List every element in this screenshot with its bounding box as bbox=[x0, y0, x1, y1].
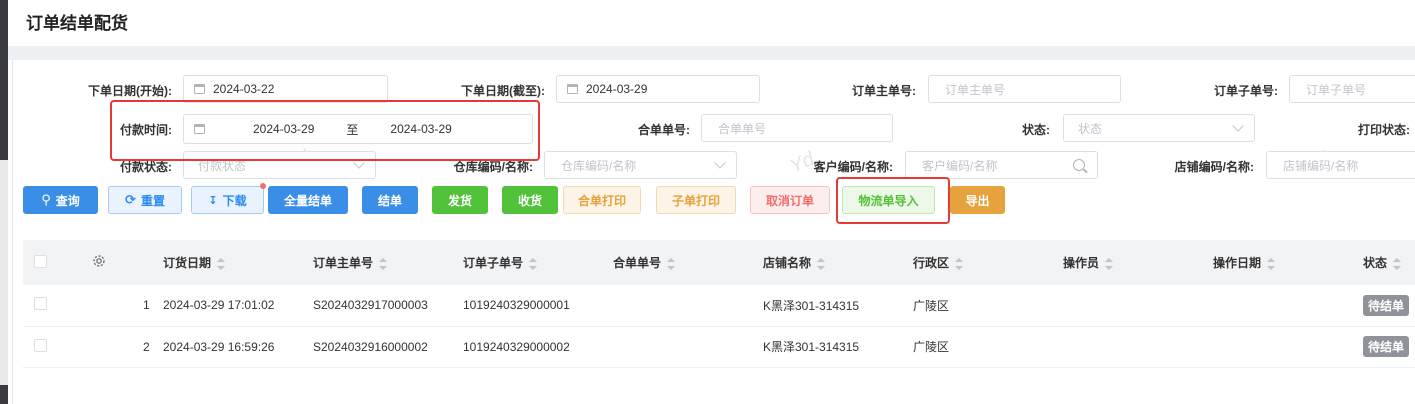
page-title: 订单结单配货 bbox=[26, 14, 128, 33]
cell-order-date: 2024-03-29 17:01:02 bbox=[163, 285, 313, 327]
select-all-cell bbox=[23, 240, 73, 285]
sort-icon[interactable] bbox=[1105, 257, 1114, 270]
row-checkbox[interactable] bbox=[34, 338, 47, 352]
table-row[interactable]: 1 2024-03-29 17:01:02 S2024032917000003 … bbox=[23, 285, 1415, 327]
merge-print-button[interactable]: 合单打印 bbox=[563, 186, 641, 214]
notification-dot bbox=[260, 183, 266, 189]
query-button[interactable]: ⚲ 查询 bbox=[23, 186, 98, 214]
calendar-icon bbox=[567, 84, 578, 94]
sort-icon[interactable] bbox=[1393, 257, 1402, 270]
header-divider bbox=[8, 46, 1415, 60]
cell-district: 广陵区 bbox=[913, 326, 1063, 368]
sort-icon[interactable] bbox=[667, 257, 676, 270]
download-button[interactable]: ↧ 下载 bbox=[191, 183, 266, 214]
export-button[interactable]: 导出 bbox=[950, 186, 1005, 214]
cell-sub-no: 1019240329000002 bbox=[463, 326, 613, 368]
cell-main-no: S2024032917000003 bbox=[313, 285, 463, 327]
col-order-date[interactable]: 订货日期 bbox=[163, 240, 313, 285]
status-badge: 待结单 bbox=[1363, 336, 1410, 357]
highlight-logistics-import bbox=[836, 177, 950, 224]
status-label: 状态: bbox=[1022, 123, 1050, 137]
col-store[interactable]: 店铺名称 bbox=[763, 240, 913, 285]
settle-button[interactable]: 结单 bbox=[362, 186, 418, 214]
cell-op-date bbox=[1213, 326, 1363, 368]
left-edge-bar bbox=[0, 0, 8, 404]
cell-store: K黑泽301-314315 bbox=[763, 285, 913, 327]
main-order-no-input[interactable]: 订单主单号 bbox=[928, 75, 1121, 103]
sort-icon[interactable] bbox=[529, 257, 538, 270]
cell-operator bbox=[1063, 326, 1213, 368]
cell-order-date: 2024-03-29 16:59:26 bbox=[163, 326, 313, 368]
search-icon: ⚲ bbox=[41, 192, 51, 207]
status-select[interactable]: 状态 bbox=[1063, 114, 1255, 142]
sort-icon[interactable] bbox=[1267, 257, 1276, 270]
search-icon bbox=[1073, 159, 1085, 171]
cell-store: K黑泽301-314315 bbox=[763, 326, 913, 368]
chevron-down-icon bbox=[714, 157, 726, 169]
cell-merge-no bbox=[613, 285, 763, 327]
refresh-icon: ⟳ bbox=[125, 192, 136, 207]
merge-no-input[interactable]: 合单单号 bbox=[701, 114, 893, 142]
order-date-start-input[interactable]: 2024-03-22 bbox=[183, 75, 388, 103]
status-badge: 待结单 bbox=[1363, 294, 1410, 316]
table-header-row: 订货日期 订单主单号 订单子单号 合单单号 店铺名称 行政区 操作员 操作日期 … bbox=[23, 240, 1415, 285]
cell-merge-no bbox=[613, 326, 763, 368]
col-operator[interactable]: 操作员 bbox=[1063, 240, 1213, 285]
col-merge-no[interactable]: 合单单号 bbox=[613, 240, 763, 285]
left-edge-dark-top bbox=[0, 0, 8, 160]
customer-input[interactable]: 客户编码/名称 bbox=[905, 151, 1098, 179]
reset-button[interactable]: ⟳ 重置 bbox=[108, 186, 182, 214]
cell-operator bbox=[1063, 285, 1213, 327]
order-date-start-label: 下单日期(开始): bbox=[88, 84, 172, 98]
warehouse-select[interactable]: 仓库编码/名称 bbox=[544, 151, 737, 179]
col-status[interactable]: 状态 bbox=[1363, 240, 1410, 285]
settle-all-button[interactable]: 全量结单 bbox=[268, 186, 348, 214]
sort-icon[interactable] bbox=[379, 257, 388, 270]
cell-district: 广陵区 bbox=[913, 285, 1063, 327]
highlight-pay-time bbox=[110, 100, 540, 161]
sort-icon[interactable] bbox=[817, 257, 826, 270]
row-index: 1 bbox=[73, 285, 163, 327]
row-index: 2 bbox=[73, 326, 163, 368]
download-icon: ↧ bbox=[208, 194, 218, 207]
cell-sub-no: 1019240329000001 bbox=[463, 285, 613, 327]
left-edge-dark-bottom bbox=[0, 385, 8, 404]
col-district[interactable]: 行政区 bbox=[913, 240, 1063, 285]
select-all-checkbox[interactable] bbox=[34, 254, 47, 268]
cell-op-date bbox=[1213, 285, 1363, 327]
col-main-no[interactable]: 订单主单号 bbox=[313, 240, 463, 285]
sub-order-no-input[interactable]: 订单子单号 bbox=[1289, 75, 1415, 103]
row-checkbox[interactable] bbox=[34, 297, 47, 311]
chevron-down-icon bbox=[1232, 120, 1244, 132]
orders-table: 订货日期 订单主单号 订单子单号 合单单号 店铺名称 行政区 操作员 操作日期 … bbox=[23, 240, 1415, 368]
print-status-label: 打印状态: bbox=[1358, 123, 1410, 137]
sort-icon[interactable] bbox=[955, 257, 964, 270]
store-label: 店铺编码/名称: bbox=[1174, 160, 1254, 174]
store-input[interactable]: 店铺编码/名称 bbox=[1266, 151, 1415, 179]
ship-button[interactable]: 发货 bbox=[432, 186, 488, 214]
settings-cell bbox=[73, 240, 163, 285]
sub-order-no-label: 订单子单号: bbox=[1214, 84, 1278, 98]
gear-icon[interactable] bbox=[92, 254, 106, 268]
col-op-date[interactable]: 操作日期 bbox=[1213, 240, 1363, 285]
sort-icon[interactable] bbox=[217, 257, 226, 270]
order-date-end-input[interactable]: 2024-03-29 bbox=[556, 75, 760, 103]
table-row[interactable]: 2 2024-03-29 16:59:26 S2024032916000002 … bbox=[23, 326, 1415, 368]
receive-button[interactable]: 收货 bbox=[502, 186, 558, 214]
merge-no-label: 合单单号: bbox=[638, 123, 690, 137]
customer-label: 客户编码/名称: bbox=[813, 160, 893, 174]
cancel-order-button[interactable]: 取消订单 bbox=[750, 186, 830, 214]
main-order-no-label: 订单主单号: bbox=[852, 84, 916, 98]
calendar-icon bbox=[194, 84, 205, 94]
col-sub-no[interactable]: 订单子单号 bbox=[463, 240, 613, 285]
cell-main-no: S2024032916000002 bbox=[313, 326, 463, 368]
sub-print-button[interactable]: 子单打印 bbox=[656, 186, 736, 214]
order-date-end-label: 下单日期(截至): bbox=[461, 84, 545, 98]
